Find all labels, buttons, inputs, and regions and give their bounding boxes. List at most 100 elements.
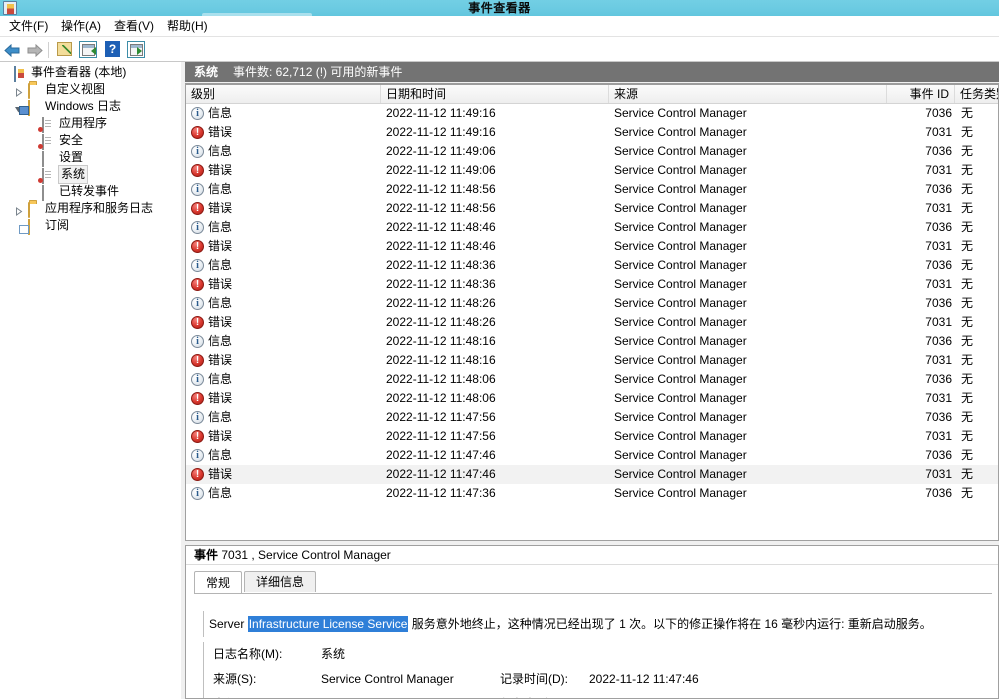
cell-datetime: 2022-11-12 11:48:36 (386, 258, 496, 272)
cell-datetime: 2022-11-12 11:48:06 (386, 372, 496, 386)
tree-item-label: 订阅 (45, 218, 70, 232)
cell-source: Service Control Manager (614, 277, 747, 291)
table-row[interactable]: 错误 2022-11-12 11:47:46 Service Control Man… (186, 465, 998, 484)
table-row[interactable]: 错误 2022-11-12 11:47:56 Service Control Man… (186, 427, 998, 446)
show-hide-console-tree-button[interactable] (78, 40, 98, 60)
event-detail-fields: 日志名称(M): 系统 来源(S): Service Control Manager 记… (203, 642, 993, 698)
table-row[interactable]: 错误 2022-11-12 11:48:56 Service Control Man… (186, 199, 998, 218)
table-row[interactable]: 信息 2022-11-12 11:49:16 Service Control Man… (186, 104, 998, 123)
table-row[interactable]: 错误 2022-11-12 11:49:16 Service Control Man… (186, 123, 998, 142)
error-icon (191, 164, 204, 177)
menu-help[interactable]: 帮助(H) (160, 16, 215, 37)
detail-field-value-secondary: 2022-11-12 11:47:46 (589, 672, 699, 686)
event-list-body: 信息 2022-11-12 11:49:16 Service Control Man… (186, 104, 998, 503)
column-level[interactable]: 级别 (186, 85, 381, 103)
cell-datetime: 2022-11-12 11:47:56 (386, 410, 496, 424)
log-marked-icon (42, 168, 56, 184)
information-icon (191, 297, 204, 310)
table-row[interactable]: 信息 2022-11-12 11:47:36 Service Control Man… (186, 484, 998, 503)
tree-item-4[interactable]: 安全 (0, 132, 181, 150)
tree-item-label: 自定义视图 (45, 82, 106, 96)
table-row[interactable]: 信息 2022-11-12 11:48:46 Service Control Man… (186, 218, 998, 237)
cell-event-id: 7031 (925, 353, 952, 367)
cell-level: 信息 (191, 446, 232, 465)
table-row[interactable]: 错误 2022-11-12 11:48:16 Service Control Man… (186, 351, 998, 370)
cell-task-category: 无 (961, 410, 974, 424)
help-icon: ? (105, 41, 120, 57)
tab-details[interactable]: 详细信息 (244, 571, 317, 592)
cell-level: 信息 (191, 332, 232, 351)
column-event-id[interactable]: 事件 ID (887, 85, 955, 103)
cell-datetime: 2022-11-12 11:48:46 (386, 220, 496, 234)
cell-datetime: 2022-11-12 11:49:16 (386, 125, 496, 139)
detail-field-value: Service Control Manager (321, 672, 454, 686)
table-row[interactable]: 信息 2022-11-12 11:49:06 Service Control Man… (186, 142, 998, 161)
table-row[interactable]: 信息 2022-11-12 11:48:16 Service Control Man… (186, 332, 998, 351)
cell-level: 错误 (191, 389, 232, 408)
cell-source: Service Control Manager (614, 220, 747, 234)
properties-button[interactable] (55, 40, 75, 60)
cell-source: Service Control Manager (614, 467, 747, 481)
cell-datetime: 2022-11-12 11:48:56 (386, 201, 496, 215)
tree-item-3[interactable]: 应用程序 (0, 115, 181, 133)
tree-item-7[interactable]: 已转发事件 (0, 183, 181, 201)
cell-task-category: 无 (961, 353, 974, 367)
tree-item-8[interactable]: 应用程序和服务日志 (0, 200, 181, 218)
tree-item-label: 安全 (59, 133, 84, 147)
back-button[interactable] (2, 40, 22, 60)
table-row[interactable]: 信息 2022-11-12 11:47:46 Service Control Man… (186, 446, 998, 465)
table-row[interactable]: 错误 2022-11-12 11:48:06 Service Control Man… (186, 389, 998, 408)
menu-file[interactable]: 文件(F) (2, 16, 55, 37)
error-icon (191, 202, 204, 215)
table-row[interactable]: 信息 2022-11-12 11:48:26 Service Control Man… (186, 294, 998, 313)
console-tree: 事件查看器 (本地) 自定义视图 Windows 日志应用程序 安全设置 系统 已转发事件… (0, 64, 181, 235)
cell-level: 错误 (191, 123, 232, 142)
information-icon (191, 335, 204, 348)
tree-item-label: Windows 日志 (45, 99, 122, 113)
cell-task-category: 无 (961, 182, 974, 196)
table-row[interactable]: 错误 2022-11-12 11:48:36 Service Control Man… (186, 275, 998, 294)
table-row[interactable]: 错误 2022-11-12 11:48:46 Service Control Man… (186, 237, 998, 256)
column-datetime[interactable]: 日期和时间 (381, 85, 609, 103)
table-row[interactable]: 信息 2022-11-12 11:48:36 Service Control Man… (186, 256, 998, 275)
content-pane: 系统 事件数: 62,712 (!) 可用的新事件 级别 日期和时间 来源 事件… (185, 62, 999, 699)
cell-source: Service Control Manager (614, 239, 747, 253)
table-row[interactable]: 信息 2022-11-12 11:48:06 Service Control Man… (186, 370, 998, 389)
window-titlebar: 事件查看器 (0, 0, 999, 19)
tab-general[interactable]: 常规 (194, 571, 243, 594)
tree-item-5[interactable]: 设置 (0, 149, 181, 167)
console-tree-pane: 事件查看器 (本地) 自定义视图 Windows 日志应用程序 安全设置 系统 已转发事件… (0, 62, 181, 699)
cell-source: Service Control Manager (614, 106, 747, 120)
help-button[interactable]: ? (103, 40, 123, 60)
event-detail-title: 事件 7031 , Service Control Manager (186, 546, 998, 565)
menu-action[interactable]: 操作(A) (54, 16, 108, 37)
event-list-header: 级别 日期和时间 来源 事件 ID 任务类别 (186, 85, 998, 104)
tree-item-2[interactable]: Windows 日志 (0, 98, 181, 116)
tree-expander-closed-icon[interactable] (14, 85, 23, 97)
tree-item-9[interactable]: 订阅 (0, 217, 181, 235)
log-marked-icon (42, 134, 56, 150)
cell-level: 错误 (191, 199, 232, 218)
tree-expander-closed-icon[interactable] (14, 204, 23, 216)
window-title: 事件查看器 (468, 1, 531, 15)
column-task-category[interactable]: 任务类别 (955, 85, 998, 103)
table-row[interactable]: 信息 2022-11-12 11:47:56 Service Control Man… (186, 408, 998, 427)
event-message-highlight[interactable]: Infrastructure License Service (247, 616, 409, 632)
table-row[interactable]: 错误 2022-11-12 11:49:06 Service Control Man… (186, 161, 998, 180)
tree-item-6[interactable]: 系统 (0, 165, 181, 184)
forward-button[interactable] (25, 40, 45, 60)
cell-datetime: 2022-11-12 11:48:16 (386, 334, 496, 348)
column-source[interactable]: 来源 (609, 85, 887, 103)
cell-level: 信息 (191, 294, 232, 313)
show-hide-action-pane-button[interactable] (126, 40, 146, 60)
tree-item-0[interactable]: 事件查看器 (本地) (0, 64, 181, 82)
menu-view[interactable]: 查看(V) (107, 16, 161, 37)
table-row[interactable]: 错误 2022-11-12 11:48:26 Service Control Man… (186, 313, 998, 332)
cell-source: Service Control Manager (614, 296, 747, 310)
table-row[interactable]: 信息 2022-11-12 11:48:56 Service Control Man… (186, 180, 998, 199)
cell-datetime: 2022-11-12 11:47:56 (386, 429, 496, 443)
cell-task-category: 无 (961, 391, 974, 405)
cell-event-id: 7036 (925, 144, 952, 158)
cell-task-category: 无 (961, 220, 974, 234)
tree-item-1[interactable]: 自定义视图 (0, 81, 181, 99)
